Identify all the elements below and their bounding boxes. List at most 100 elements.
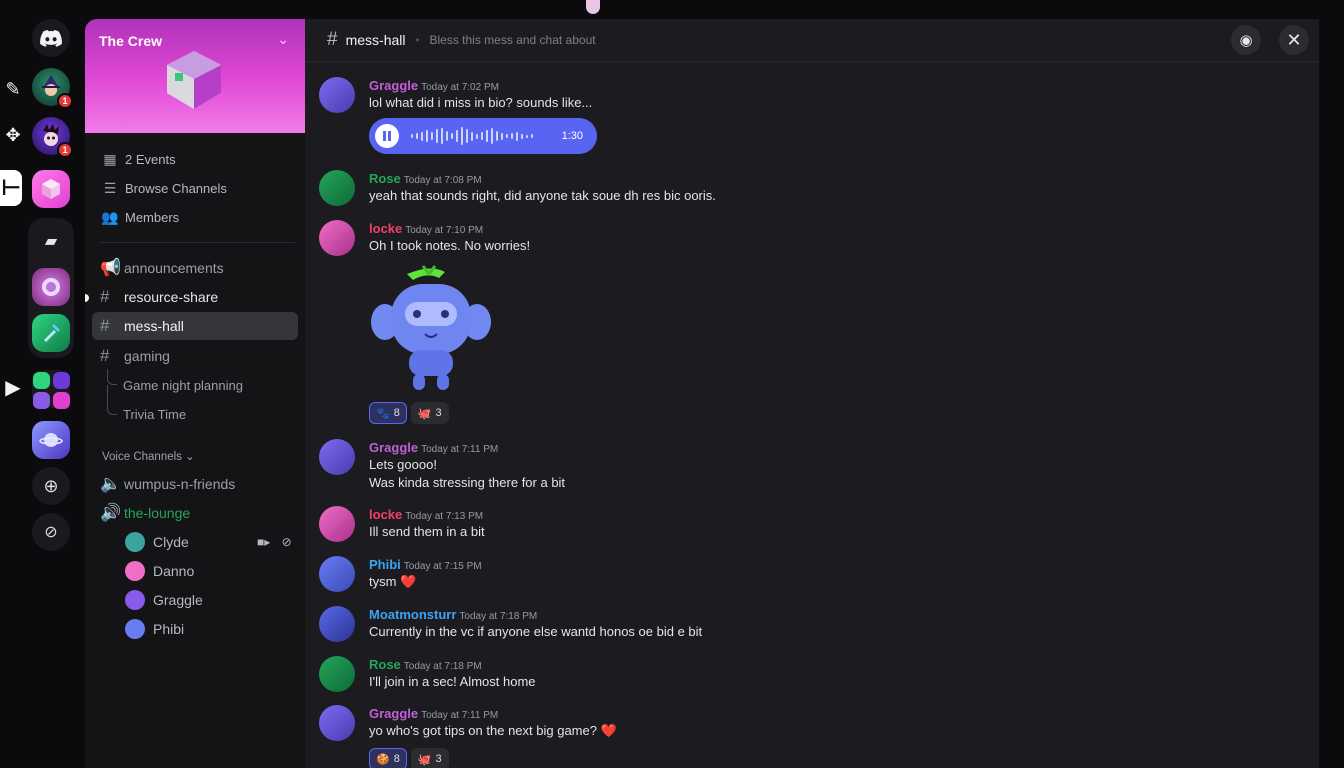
message-author[interactable]: locke xyxy=(369,221,402,236)
thread-game-night-planning[interactable]: Game night planning xyxy=(123,371,243,399)
reaction-button[interactable]: 🍪 8 xyxy=(369,748,407,768)
server-icon-witch[interactable]: 1 xyxy=(32,68,73,109)
thread-trivia-time[interactable]: Trivia Time xyxy=(123,400,186,428)
avatar[interactable] xyxy=(319,705,355,741)
reactions-bar: 🍪 8 🐙 3 xyxy=(369,748,449,768)
discord-home-button[interactable] xyxy=(32,19,70,57)
voice-message-player[interactable]: 1:30 xyxy=(369,118,597,154)
channel-topic[interactable]: Bless this mess and chat about xyxy=(415,33,595,47)
octopus-icon: 🐙 xyxy=(417,753,432,766)
unread-indicator xyxy=(85,294,89,302)
events-label: 2 Events xyxy=(125,151,176,167)
voice-user[interactable]: Graggle xyxy=(125,588,203,612)
server-folder-grid[interactable] xyxy=(32,370,70,409)
gamepad-icon[interactable]: ✥ xyxy=(2,124,24,146)
voice-user[interactable]: Clyde xyxy=(125,530,189,554)
message-text: Lets goooo! xyxy=(369,457,437,472)
voice-user-name: Phibi xyxy=(153,621,185,637)
channel-label: resource-share xyxy=(124,289,219,305)
orb-icon xyxy=(42,278,60,296)
message-author[interactable]: Moatmonsturr xyxy=(369,607,456,622)
avatar[interactable] xyxy=(319,506,355,542)
deafened-icon: ⊘ xyxy=(281,535,292,549)
events-row[interactable]: ▦ 2 Events xyxy=(99,147,176,171)
voice-channels-header[interactable]: Voice Channels ⌄ xyxy=(102,449,195,463)
octopus-icon: 🐙 xyxy=(417,407,432,420)
message-author[interactable]: Rose xyxy=(369,657,401,672)
reaction-button[interactable]: 🐙 3 xyxy=(410,748,449,768)
voice-user[interactable]: Danno xyxy=(125,559,194,583)
hash-icon: # xyxy=(327,29,338,50)
mini-server-icon xyxy=(52,372,70,389)
pause-button[interactable] xyxy=(375,124,399,148)
calendar-icon: ▦ xyxy=(103,150,117,167)
cookie-icon: 🍪 xyxy=(376,753,390,766)
members-icon: 👥 xyxy=(101,208,119,225)
reaction-button[interactable]: 🐾 8 xyxy=(369,402,407,424)
message-author[interactable]: Phibi xyxy=(369,557,401,572)
message-author[interactable]: locke xyxy=(369,507,402,522)
message-author[interactable]: Graggle xyxy=(369,706,418,721)
voice-user[interactable]: Phibi xyxy=(125,617,184,641)
message-timestamp: Today at 7:02 PM xyxy=(421,82,499,93)
members-row[interactable]: 👥 Members xyxy=(99,205,179,229)
video-camera-icon: ■▸ xyxy=(257,535,271,549)
avatar xyxy=(125,561,145,581)
channel-gaming[interactable]: # gaming xyxy=(92,342,298,370)
server-icon-planet[interactable] xyxy=(32,421,70,459)
avatar[interactable] xyxy=(319,656,355,692)
message-author[interactable]: Rose xyxy=(369,171,401,186)
message-author[interactable]: Graggle xyxy=(369,440,418,455)
message-timestamp: Today at 7:13 PM xyxy=(405,511,484,522)
message-timestamp: Today at 7:15 PM xyxy=(403,561,482,572)
chevron-down-icon[interactable]: ⌄ xyxy=(277,31,289,48)
voice-channel-wumpus-n-friends[interactable]: 🔈 wumpus-n-friends xyxy=(92,470,298,498)
message-text: yo who's got tips on the next big game? … xyxy=(369,723,617,738)
paint-brush-icon[interactable]: ✎ xyxy=(2,78,24,100)
waveform xyxy=(411,127,533,145)
avatar[interactable] xyxy=(319,220,355,256)
channel-label: announcements xyxy=(124,260,224,276)
chat-header: # mess-hall Bless this mess and chat abo… xyxy=(305,19,1319,62)
reactions-bar: 🐾 8 🐙 3 xyxy=(369,402,449,424)
voice-duration: 1:30 xyxy=(561,130,583,142)
avatar[interactable] xyxy=(319,170,355,206)
server-icon-hammer[interactable] xyxy=(32,314,70,352)
server-icon-the-crew[interactable] xyxy=(32,170,70,208)
avatar[interactable] xyxy=(319,556,355,592)
play-indicator-icon: ▶ xyxy=(5,376,21,399)
avatar[interactable] xyxy=(319,77,355,113)
close-button[interactable]: ✕ xyxy=(1279,25,1309,55)
hash-icon: # xyxy=(100,316,110,335)
channel-label: wumpus-n-friends xyxy=(124,476,236,492)
wumpus-sticker[interactable] xyxy=(369,262,493,398)
channel-label: the-lounge xyxy=(124,505,191,521)
discover-button[interactable]: ⊘ xyxy=(32,513,70,551)
server-icon-skull[interactable]: 1 xyxy=(32,117,73,158)
server-icon-orb[interactable] xyxy=(32,268,70,306)
folder-icon[interactable]: ▰ xyxy=(32,222,70,260)
channel-resource-share[interactable]: # resource-share xyxy=(92,283,298,311)
message-timestamp: Today at 7:18 PM xyxy=(403,661,482,672)
avatar[interactable] xyxy=(319,606,355,642)
voice-channel-the-lounge[interactable]: 🔊 the-lounge xyxy=(92,499,298,527)
threads-button[interactable]: ◉ xyxy=(1231,25,1261,55)
thread-connector xyxy=(107,369,117,385)
channel-announcements[interactable]: 📢 announcements xyxy=(92,254,298,282)
message-text: lol what did i miss in bio? sounds like.… xyxy=(369,95,593,110)
cube-illustration-icon xyxy=(167,51,221,109)
voice-section-label: Voice Channels xyxy=(102,451,182,463)
message-author[interactable]: Graggle xyxy=(369,78,418,93)
browse-channels-row[interactable]: ☰ Browse Channels xyxy=(99,176,227,200)
hash-icon: # xyxy=(100,346,110,365)
reaction-button[interactable]: 🐙 3 xyxy=(410,402,449,424)
avatar[interactable] xyxy=(319,439,355,475)
message-timestamp: Today at 7:11 PM xyxy=(421,710,499,721)
voice-user-name: Graggle xyxy=(153,592,203,608)
server-name: The Crew xyxy=(99,33,163,49)
channel-mess-hall[interactable]: # mess-hall xyxy=(92,312,298,340)
server-banner[interactable]: The Crew ⌄ xyxy=(85,19,305,133)
unread-badge: 1 xyxy=(57,93,73,109)
add-server-button[interactable]: ⊕ xyxy=(32,467,70,505)
close-icon: ✕ xyxy=(1286,29,1302,50)
